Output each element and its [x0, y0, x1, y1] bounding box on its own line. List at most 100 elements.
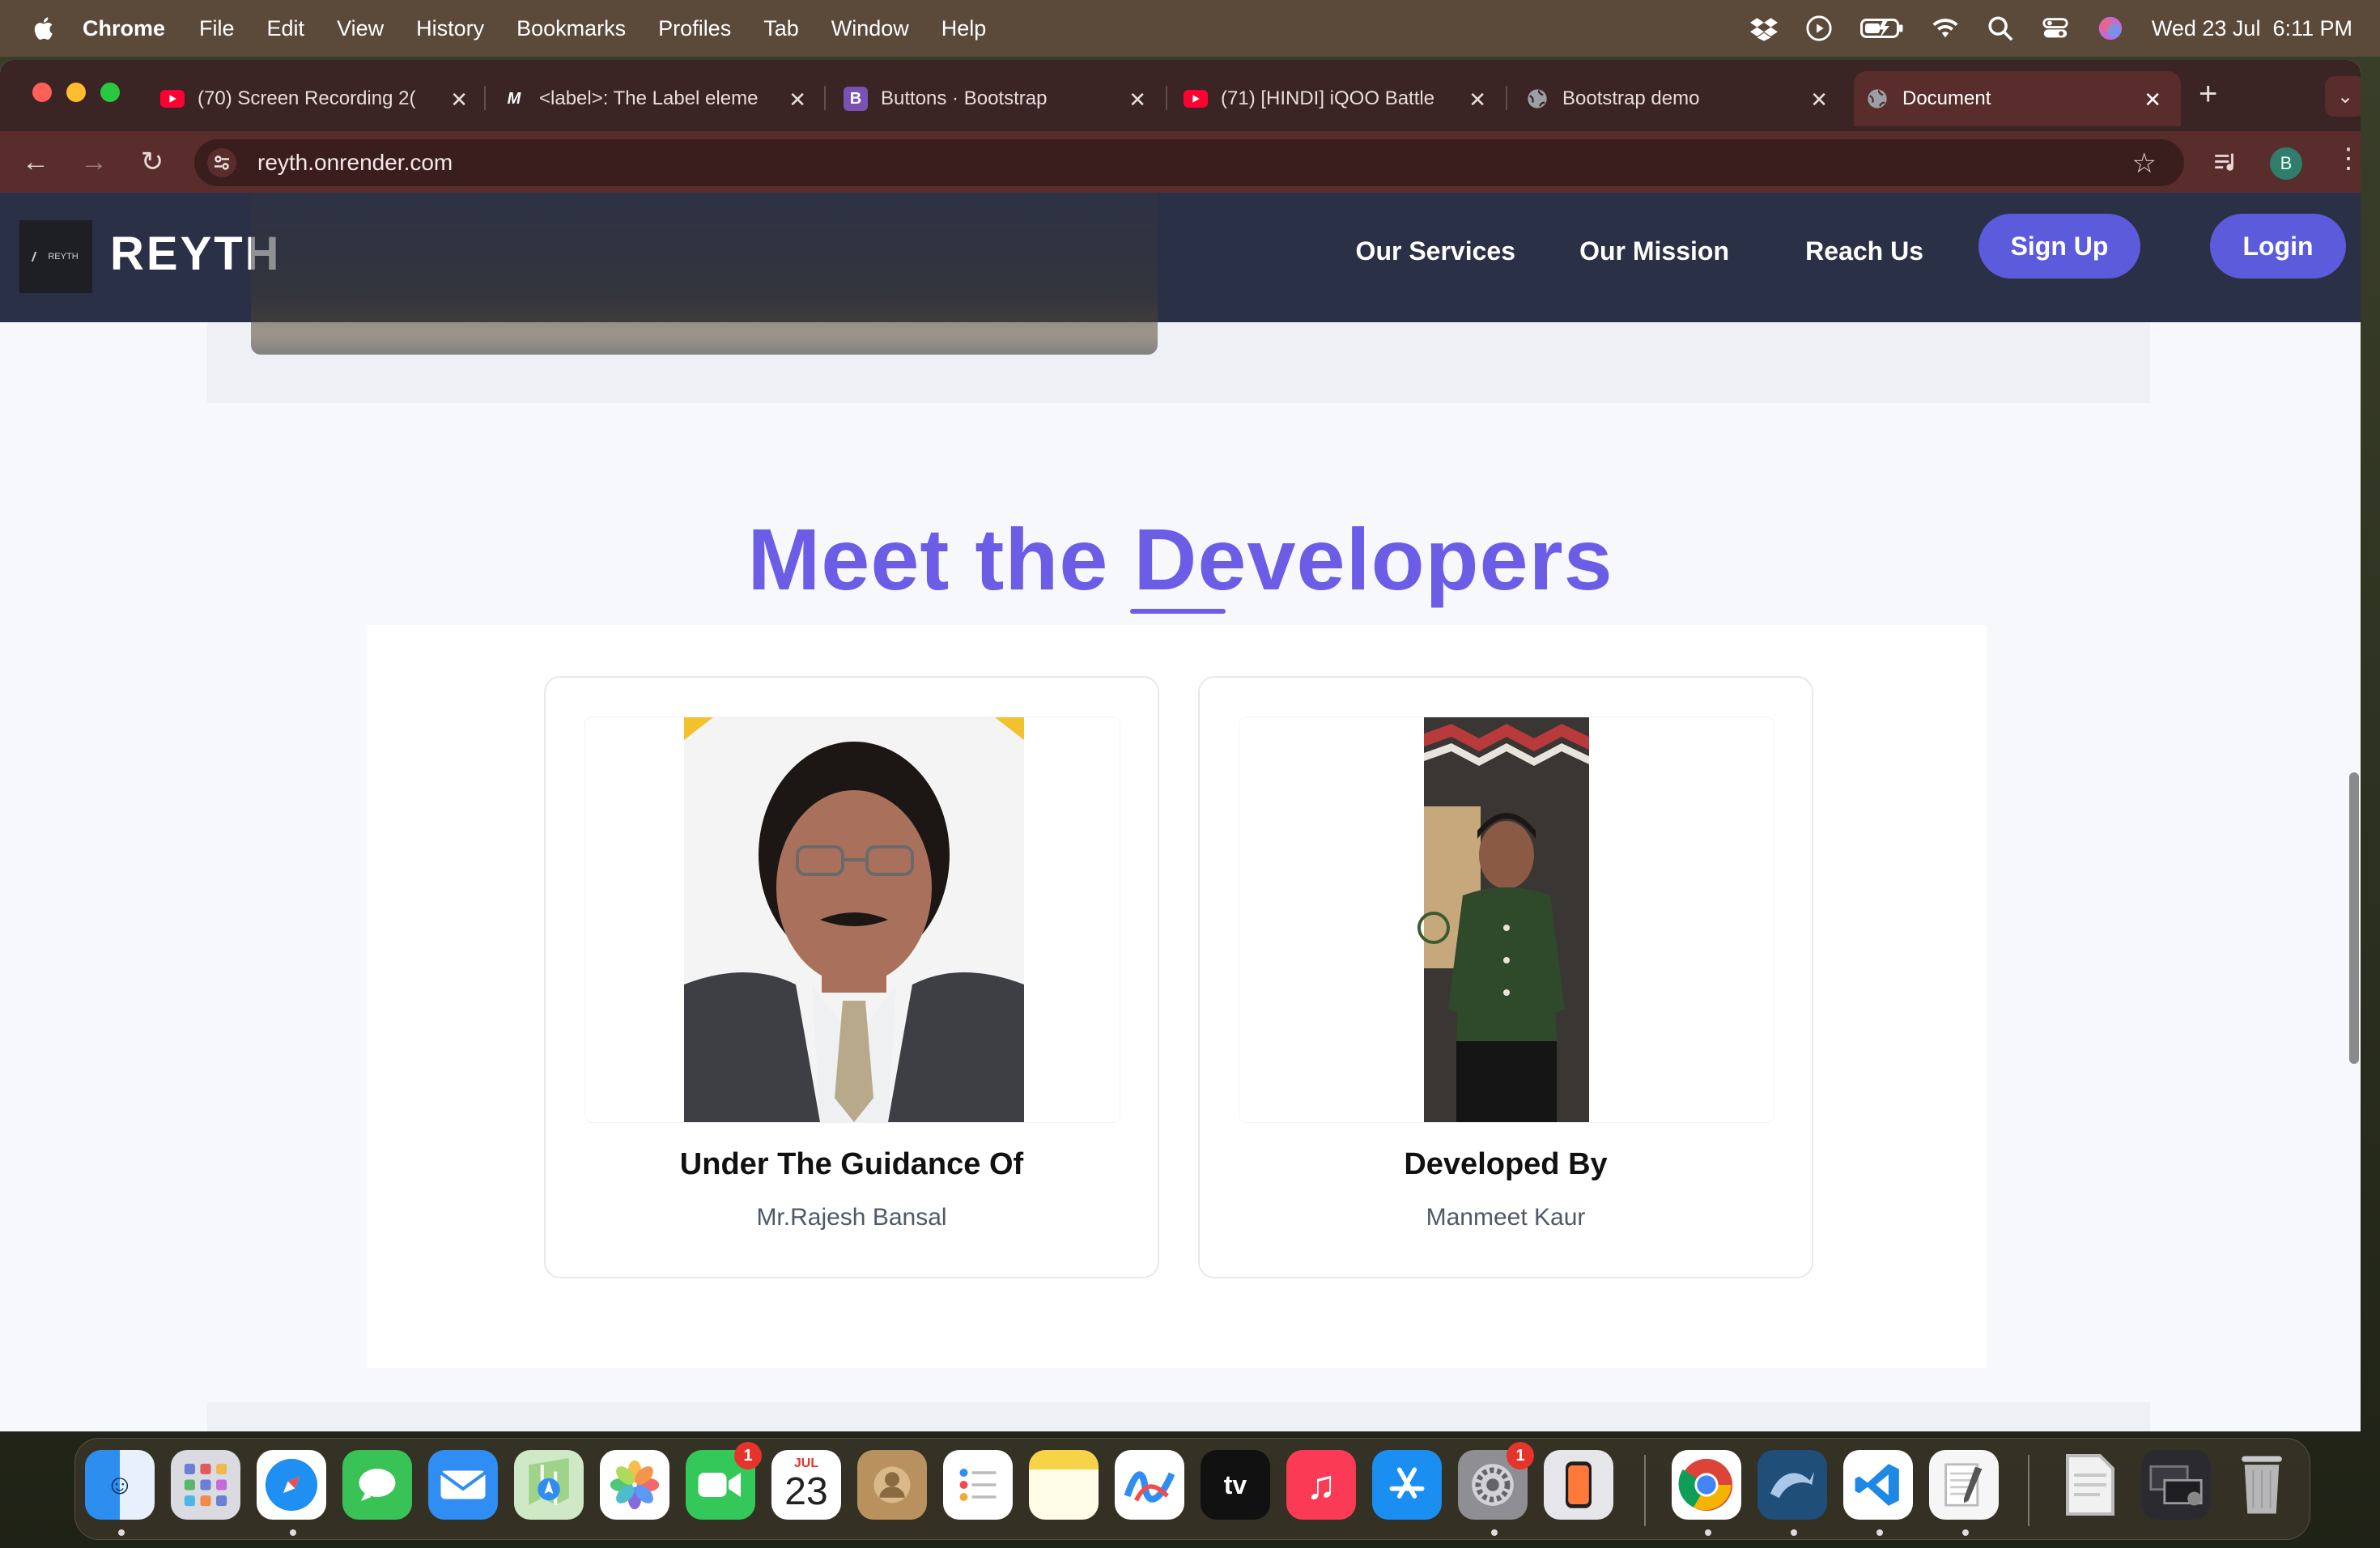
play-circle-icon[interactable] — [1805, 15, 1833, 42]
new-tab-button[interactable]: + — [2199, 76, 2217, 113]
menu-file[interactable]: File — [199, 16, 235, 41]
music-icon[interactable]: ♫ — [1286, 1450, 1356, 1520]
photos-icon[interactable] — [600, 1450, 669, 1520]
tab-title: Buttons · Bootstrap — [881, 87, 1048, 109]
page-scrollbar[interactable] — [2349, 772, 2359, 1064]
mysql-workbench-icon[interactable] — [1757, 1450, 1827, 1520]
tab-label-element[interactable]: M <label>: The Label eleme ✕ — [502, 71, 806, 126]
notes-icon[interactable] — [1029, 1450, 1099, 1520]
vscode-icon[interactable] — [1843, 1450, 1913, 1520]
youtube-icon — [160, 90, 185, 108]
profile-avatar[interactable]: B — [2270, 147, 2302, 180]
siri-icon[interactable] — [2097, 15, 2124, 42]
menu-window[interactable]: Window — [831, 16, 909, 41]
messages-icon[interactable] — [342, 1450, 412, 1520]
contacts-icon[interactable] — [857, 1450, 927, 1520]
page-viewport: REYTH REYTH Our Services Our Mission Rea… — [0, 193, 2361, 1431]
calendar-day: 23 — [784, 1470, 828, 1513]
minimize-window-button[interactable] — [66, 83, 86, 102]
menu-help[interactable]: Help — [941, 16, 987, 41]
next-section-bg — [207, 1402, 2150, 1431]
tab-separator — [484, 86, 486, 110]
heading-underline — [1130, 609, 1226, 614]
tab-bootstrap-demo[interactable]: Bootstrap demo ✕ — [1525, 71, 1828, 126]
tab-strip: (70) Screen Recording 2( ✕ M <label>: Th… — [0, 60, 2361, 131]
control-center-icon[interactable] — [2042, 15, 2069, 42]
media-controls-icon[interactable] — [2212, 149, 2239, 176]
dropbox-icon[interactable] — [1749, 15, 1778, 42]
tab-search-button[interactable]: ⌄ — [2325, 76, 2361, 117]
calendar-icon[interactable]: JUL 23 — [771, 1450, 841, 1520]
brand-logo[interactable]: REYTH — [19, 220, 92, 293]
bookmark-star-icon[interactable]: ☆ — [2132, 147, 2157, 180]
developer-photo-rajesh — [585, 717, 1120, 1122]
facetime-icon[interactable]: 1 — [686, 1442, 762, 1520]
battery-charging-icon[interactable] — [1859, 15, 1904, 42]
tab-separator — [1166, 86, 1167, 110]
back-arrow-icon[interactable]: ← — [19, 146, 52, 178]
freeform-icon[interactable] — [1115, 1450, 1184, 1520]
login-button[interactable]: Login — [2210, 214, 2346, 279]
running-indicator — [1491, 1529, 1498, 1536]
spotlight-search-icon[interactable] — [1987, 15, 2014, 42]
reload-icon[interactable]: ↻ — [136, 146, 168, 178]
brand-logo-text: REYTH — [48, 252, 79, 262]
menu-app-name[interactable]: Chrome — [83, 16, 165, 41]
menu-edit[interactable]: Edit — [267, 16, 305, 41]
site-settings-icon[interactable] — [207, 148, 236, 177]
apple-tv-icon[interactable]: tv — [1201, 1450, 1270, 1520]
card-name: Manmeet Kaur — [1426, 1204, 1586, 1231]
menu-bookmarks[interactable]: Bookmarks — [516, 16, 626, 41]
tab-buttons-bootstrap[interactable]: B Buttons · Bootstrap ✕ — [844, 71, 1146, 126]
trash-icon[interactable] — [2227, 1450, 2297, 1520]
address-bar[interactable]: reyth.onrender.com ☆ — [194, 139, 2184, 186]
running-indicator — [1962, 1529, 1969, 1536]
close-icon[interactable]: ✕ — [788, 87, 806, 113]
textedit-icon[interactable] — [1929, 1450, 1999, 1520]
developer-photo-frame — [584, 717, 1120, 1123]
apple-menu-icon[interactable] — [31, 15, 58, 42]
mail-icon[interactable] — [428, 1450, 498, 1520]
close-icon[interactable]: ✕ — [1128, 87, 1146, 113]
document-icon[interactable] — [2055, 1450, 2125, 1520]
tab-separator — [1506, 86, 1507, 110]
forward-arrow-icon[interactable]: → — [78, 146, 110, 178]
app-store-icon[interactable] — [1372, 1450, 1442, 1520]
launchpad-icon[interactable] — [171, 1450, 240, 1520]
menu-tab[interactable]: Tab — [763, 16, 799, 41]
close-window-button[interactable] — [32, 83, 52, 102]
more-menu-icon[interactable]: ⋮ — [2335, 142, 2361, 175]
close-icon[interactable]: ✕ — [1810, 87, 1828, 113]
screenshots-folder-icon[interactable] — [2141, 1450, 2211, 1520]
signup-button[interactable]: Sign Up — [1978, 214, 2140, 279]
maps-icon[interactable] — [514, 1450, 584, 1520]
tab-separator — [824, 86, 826, 110]
menubar-datetime[interactable]: Wed 23 Jul 6:11 PM — [2152, 16, 2352, 41]
tab-iqoo-video[interactable]: (71) [HINDI] iQOO Battle ✕ — [1184, 71, 1486, 126]
window-controls — [32, 83, 120, 102]
finder-icon[interactable]: ☺ — [85, 1450, 155, 1520]
iphone-mirroring-icon[interactable] — [1544, 1450, 1613, 1520]
tab-document[interactable]: Document ✕ — [1854, 71, 2181, 126]
chrome-icon[interactable] — [1672, 1450, 1741, 1520]
browser-toolbar: ← → ↻ reyth.onrender.com ☆ B ⋮ — [0, 131, 2361, 193]
wifi-icon[interactable] — [1932, 15, 1959, 42]
zoom-window-button[interactable] — [100, 83, 120, 102]
menu-history[interactable]: History — [416, 16, 484, 41]
url-text[interactable]: reyth.onrender.com — [257, 150, 453, 176]
reminders-icon[interactable] — [943, 1450, 1013, 1520]
developer-photo-frame — [1239, 717, 1774, 1123]
safari-icon[interactable] — [257, 1450, 326, 1520]
close-icon[interactable]: ✕ — [1468, 87, 1486, 113]
calendar-month: JUL — [793, 1457, 819, 1470]
globe-icon — [1865, 87, 1889, 111]
close-icon[interactable]: ✕ — [450, 87, 468, 113]
nav-our-services[interactable]: Our Services — [1356, 236, 1515, 266]
close-icon[interactable]: ✕ — [2144, 87, 2161, 113]
menu-profiles[interactable]: Profiles — [658, 16, 731, 41]
nav-our-mission[interactable]: Our Mission — [1579, 236, 1729, 266]
tab-screen-recording[interactable]: (70) Screen Recording 2( ✕ — [160, 71, 468, 126]
menu-view[interactable]: View — [337, 16, 384, 41]
nav-reach-us[interactable]: Reach Us — [1805, 236, 1923, 266]
system-settings-icon[interactable]: 1 — [1458, 1442, 1534, 1520]
